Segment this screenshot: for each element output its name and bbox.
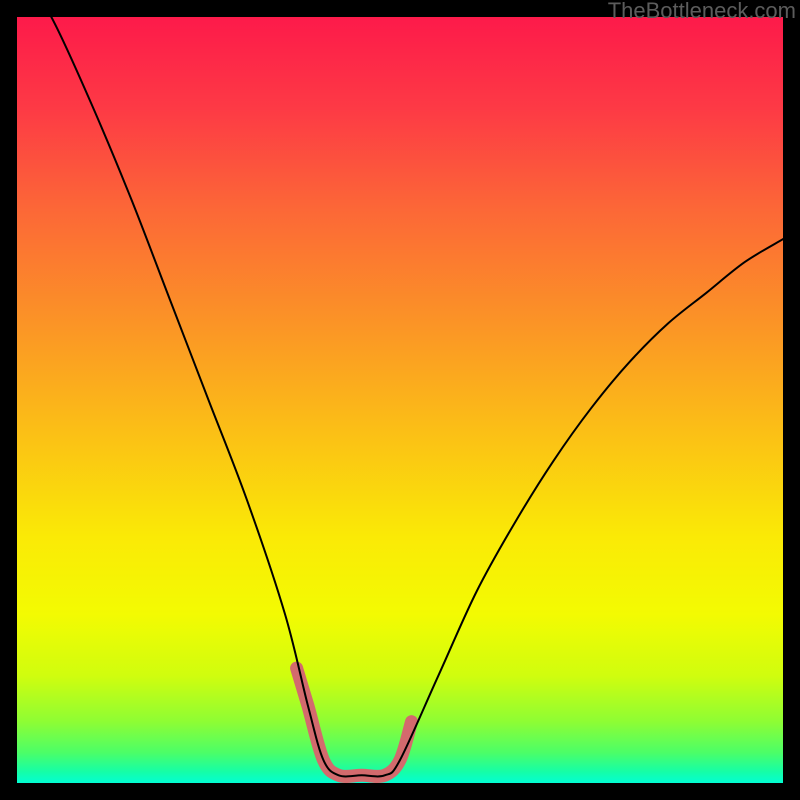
watermark-text: TheBottleneck.com [608, 0, 796, 24]
plot-area [17, 17, 783, 783]
background-gradient [17, 17, 783, 783]
chart-frame: TheBottleneck.com [0, 0, 800, 800]
